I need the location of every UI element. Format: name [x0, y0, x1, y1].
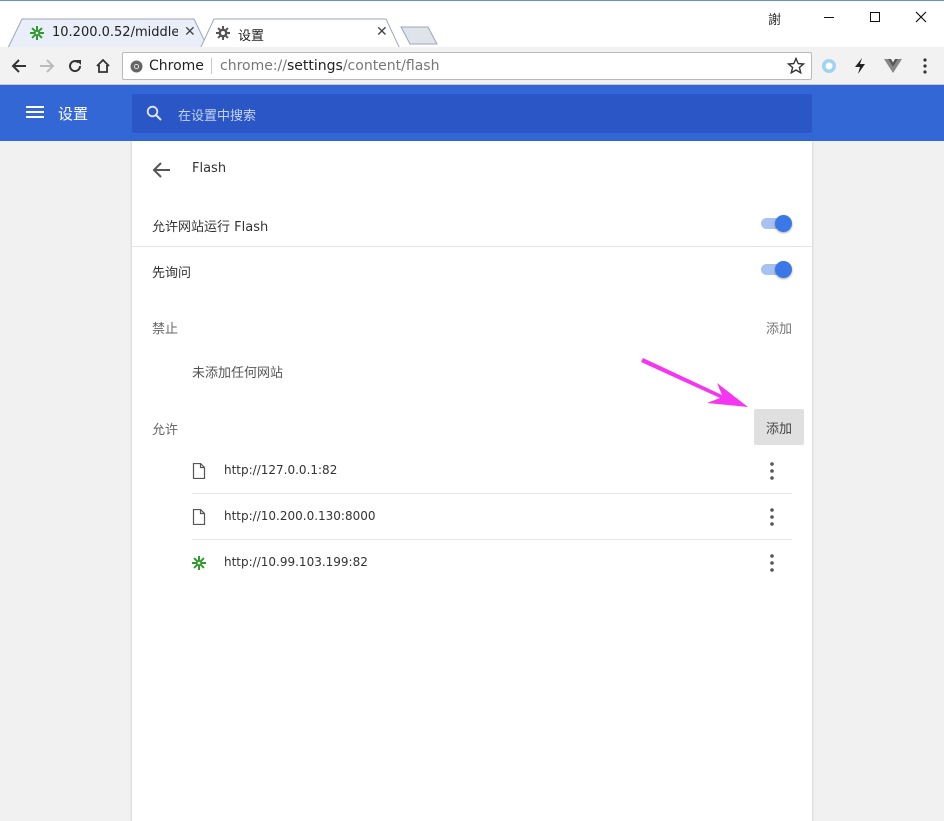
- block-section-header: 禁止: [152, 322, 179, 337]
- ask-first-toggle[interactable]: [761, 261, 793, 278]
- back-arrow-icon[interactable]: [152, 161, 172, 179]
- forward-button[interactable]: [36, 55, 58, 77]
- address-bar[interactable]: Chrome chrome://settings/content/flash: [122, 52, 812, 80]
- menu-kebab-icon[interactable]: [916, 57, 934, 75]
- back-button[interactable]: [8, 55, 30, 77]
- chip-divider: [211, 58, 212, 74]
- tab-shape: [200, 18, 400, 49]
- user-profile[interactable]: 謝: [768, 9, 781, 28]
- home-icon: [96, 58, 110, 73]
- minimize-button[interactable]: [806, 5, 852, 29]
- url-text: chrome://settings/content/flash: [220, 58, 440, 74]
- site-url: http://10.200.0.130:8000: [224, 509, 376, 523]
- flash-settings-card: Flash 允许网站运行 Flash 先询问 禁止 添加 未添加任何网站 允许 …: [132, 141, 812, 821]
- tab-strip: 10.200.0.52/middlecent ✕ 设置 ✕ 謝: [0, 0, 944, 49]
- file-icon: [192, 463, 206, 479]
- extension-vue-icon[interactable]: [884, 57, 902, 75]
- gear-icon: [216, 26, 230, 40]
- chrome-logo-icon: [130, 60, 143, 73]
- tab-settings[interactable]: 设置 ✕: [200, 18, 400, 49]
- close-icon: [915, 11, 927, 23]
- reload-icon: [69, 60, 82, 73]
- block-add-button[interactable]: 添加: [766, 318, 792, 337]
- site-row-127-0-0-1[interactable]: http://127.0.0.1:82: [192, 448, 792, 494]
- site-url: http://127.0.0.1:82: [224, 463, 338, 477]
- green-gear-icon: [192, 556, 206, 570]
- tab-close-icon[interactable]: ✕: [184, 24, 196, 40]
- more-actions-icon[interactable]: [767, 507, 777, 527]
- site-row-10-200-0-130[interactable]: http://10.200.0.130:8000: [192, 494, 792, 540]
- site-row-10-99-103-199[interactable]: http://10.99.103.199:82: [192, 540, 792, 586]
- tab-title: 10.200.0.52/middlecent: [52, 25, 178, 40]
- hamburger-menu-icon[interactable]: [26, 105, 44, 119]
- maximize-button[interactable]: [852, 5, 898, 29]
- search-icon: [146, 105, 162, 121]
- search-placeholder: 在设置中搜索: [178, 109, 257, 124]
- page-title: 设置: [58, 105, 89, 123]
- file-icon: [192, 509, 206, 525]
- site-url: http://10.99.103.199:82: [224, 555, 368, 569]
- extension-ring-icon[interactable]: [820, 57, 838, 75]
- arrow-right-icon: [40, 59, 55, 73]
- tab-close-icon[interactable]: ✕: [376, 24, 388, 40]
- page-chip: Chrome: [149, 58, 204, 74]
- toggle-knob: [775, 215, 792, 232]
- window-close-button[interactable]: [898, 5, 944, 29]
- tab-middlecent[interactable]: 10.200.0.52/middlecent ✕: [8, 18, 208, 48]
- minimize-icon: [824, 17, 834, 18]
- settings-header: 设置 在设置中搜索: [0, 85, 944, 141]
- allow-flash-toggle[interactable]: [761, 215, 793, 232]
- allow-flash-label: 允许网站运行 Flash: [152, 220, 269, 235]
- browser-toolbar: Chrome chrome://settings/content/flash: [0, 47, 944, 85]
- tab-title: 设置: [238, 29, 265, 44]
- reload-button[interactable]: [64, 55, 86, 77]
- allow-section-header: 允许: [152, 423, 179, 438]
- extension-lightning-icon[interactable]: [851, 57, 869, 75]
- settings-search-input[interactable]: 在设置中搜索: [132, 94, 812, 133]
- block-empty-text: 未添加任何网站: [192, 366, 284, 381]
- more-actions-icon[interactable]: [767, 461, 777, 481]
- new-tab-button[interactable]: [400, 26, 438, 45]
- home-button[interactable]: [92, 55, 114, 77]
- subpage-title: Flash: [192, 161, 227, 176]
- maximize-icon: [870, 12, 880, 22]
- ask-first-label: 先询问: [152, 266, 192, 281]
- bookmark-star-icon[interactable]: [787, 57, 805, 75]
- allow-add-button[interactable]: 添加: [754, 409, 804, 445]
- toggle-knob: [775, 261, 792, 278]
- arrow-left-icon: [11, 59, 26, 73]
- more-actions-icon[interactable]: [767, 553, 777, 573]
- green-gear-icon: [30, 26, 44, 40]
- row-divider: [132, 246, 812, 247]
